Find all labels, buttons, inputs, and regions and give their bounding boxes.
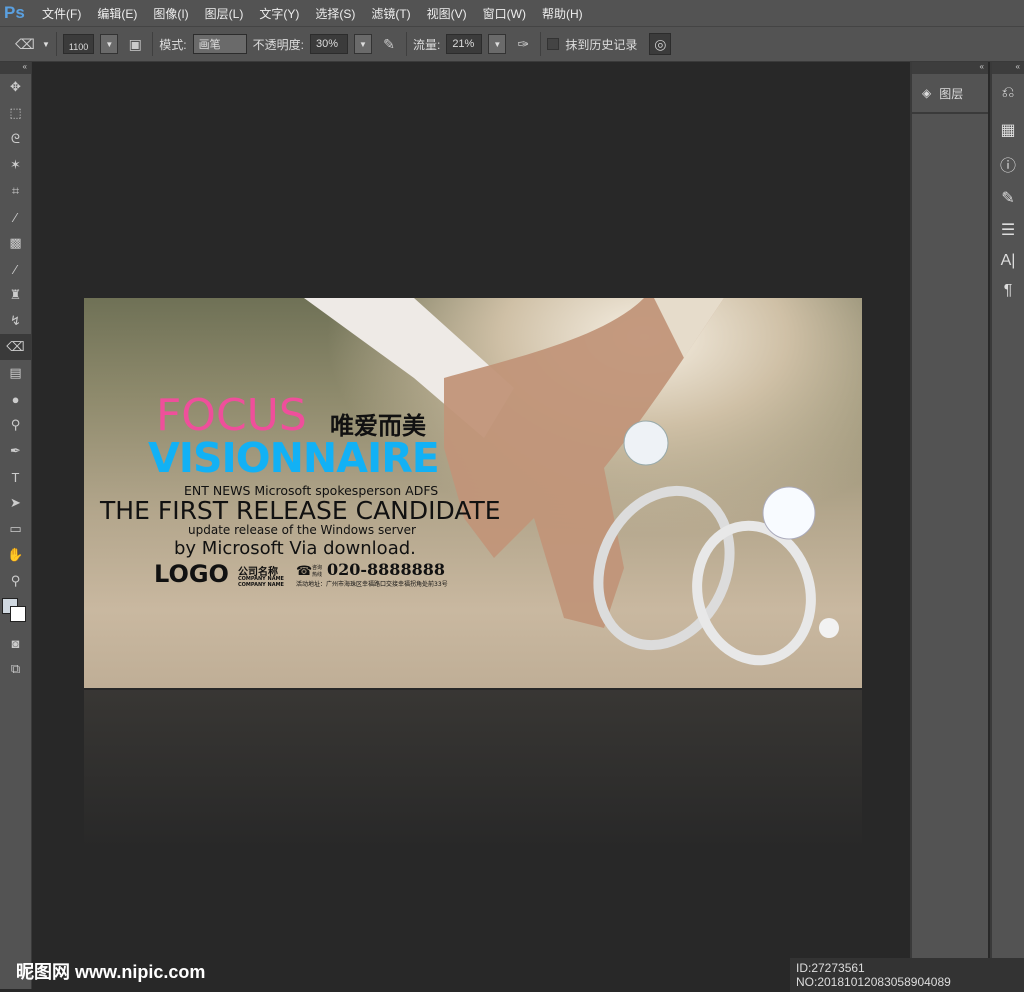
panel-icons-dock: « ⎌ ▦ ⓘ ✎ ☰ A| ¶ (990, 62, 1024, 989)
opacity-dropdown-icon[interactable]: ▼ (353, 34, 372, 54)
opacity-input[interactable]: 30% (309, 34, 348, 54)
preset-dropdown-icon[interactable]: ▼ (42, 40, 50, 49)
subline-3: update release of the Windows server (188, 523, 416, 537)
menu-file[interactable]: 文件(F) (34, 5, 89, 22)
marquee-tool-icon[interactable]: ⬚ (0, 100, 31, 126)
phone-icon: ☎ (296, 564, 313, 579)
blur-tool-icon[interactable]: ● (0, 386, 31, 412)
screen-mode-icon[interactable]: ⧉ (0, 656, 31, 682)
watermark-site: 昵图网 www.nipic.com (16, 962, 206, 982)
eraser-tool-preset-icon[interactable]: ⌫ (14, 33, 36, 55)
company-name-en-2: COMPANY NAME (238, 582, 284, 588)
hotline-label: 咨询热线 (312, 565, 323, 578)
flow-label: 流量: (412, 37, 441, 52)
history-brush-tool-icon[interactable]: ↯ (0, 308, 31, 334)
hand-tool-icon[interactable]: ✋ (0, 542, 31, 568)
eyedropper-tool-icon[interactable]: ⁄ (0, 204, 31, 230)
brush-size-picker[interactable]: 1100 (62, 34, 95, 54)
pressure-size-icon[interactable]: ◎ (649, 33, 672, 55)
menu-filter[interactable]: 滤镜(T) (363, 5, 418, 22)
layers-icon: ◈ (922, 86, 932, 100)
menu-edit[interactable]: 编辑(E) (89, 5, 145, 22)
tools-panel: « ✥ ⬚ ᘓ ✶ ⌗ ⁄ ▩ ⁄ ♜ ↯ ⌫ ▤ ● ⚲ ✒ T ➤ ▭ ✋ … (0, 62, 32, 989)
zoom-tool-icon[interactable]: ⚲ (0, 568, 31, 594)
crop-tool-icon[interactable]: ⌗ (0, 178, 31, 204)
collapse-icon[interactable]: « (0, 62, 31, 74)
type-tool-icon[interactable]: T (0, 464, 31, 490)
healing-brush-tool-icon[interactable]: ▩ (0, 230, 31, 256)
collapse-icon[interactable]: « (992, 62, 1024, 74)
phone-number: 020-8888888 (327, 560, 445, 579)
brush-presets-icon[interactable]: ✎ (992, 180, 1024, 216)
lasso-tool-icon[interactable]: ᘓ (0, 126, 31, 152)
menu-window[interactable]: 窗口(W) (475, 5, 534, 22)
erase-history-checkbox[interactable] (547, 38, 560, 50)
menu-bar: Ps 文件(F) 编辑(E) 图像(I) 图层(L) 文字(Y) 选择(S) 滤… (0, 0, 1024, 26)
menu-help[interactable]: 帮助(H) (534, 5, 591, 22)
brush-dropdown-icon[interactable]: ▼ (100, 34, 119, 54)
move-tool-icon[interactable]: ✥ (0, 74, 31, 100)
pressure-opacity-icon[interactable]: ✎ (378, 33, 400, 55)
subline-2: THE FIRST RELEASE CANDIDATE (100, 496, 501, 525)
menu-layer[interactable]: 图层(L) (197, 5, 252, 22)
brush-settings-icon[interactable]: ☰ (992, 216, 1024, 244)
mode-label: 模式: (159, 37, 187, 52)
properties-icon[interactable]: ▦ (992, 112, 1024, 148)
menu-view[interactable]: 视图(V) (419, 5, 475, 22)
menu-image[interactable]: 图像(I) (145, 5, 196, 22)
quick-mask-icon[interactable]: ◙ (0, 630, 31, 656)
magic-wand-tool-icon[interactable]: ✶ (0, 152, 31, 178)
visionnaire-heading: VISIONNAIRE (148, 434, 440, 482)
options-bar: ⌫ ▼ 1100 ▼ ▣ 模式: 画笔 不透明度: 30% ▼ ✎ 流量: 21… (0, 26, 1024, 62)
dodge-tool-icon[interactable]: ⚲ (0, 412, 31, 438)
divider (405, 32, 407, 56)
paragraph-icon[interactable]: ¶ (992, 278, 1024, 304)
menu-select[interactable]: 选择(S) (307, 5, 363, 22)
layers-panel-dock: « ◈ 图层 (910, 62, 988, 989)
info-icon[interactable]: ⓘ (992, 148, 1024, 180)
mode-select[interactable]: 画笔 (192, 34, 247, 54)
path-selection-tool-icon[interactable]: ➤ (0, 490, 31, 516)
eraser-tool-icon[interactable]: ⌫ (0, 334, 31, 360)
divider (152, 32, 154, 56)
divider (55, 32, 57, 56)
subline-4: by Microsoft Via download. (174, 538, 416, 559)
menu-type[interactable]: 文字(Y) (251, 5, 307, 22)
color-swatches[interactable] (0, 594, 31, 630)
erase-history-label: 抹到历史记录 (565, 37, 638, 52)
diamond-left (623, 420, 669, 466)
layers-panel-tab[interactable]: ◈ 图层 (912, 74, 988, 114)
opacity-label: 不透明度: (252, 37, 304, 52)
layers-label: 图层 (939, 86, 964, 101)
photoshop-logo: Ps (4, 3, 25, 22)
collapse-icon[interactable]: « (912, 62, 988, 74)
logo-text: LOGO (154, 560, 229, 588)
flow-dropdown-icon[interactable]: ▼ (488, 34, 507, 54)
canvas-reflection (84, 690, 862, 850)
divider (540, 32, 542, 56)
canvas-image[interactable]: FOCUS 唯爱而美 VISIONNAIRE ENT NEWS Microsof… (84, 298, 862, 688)
ring-right (692, 520, 816, 666)
history-icon[interactable]: ⎌ (992, 74, 1024, 112)
gradient-tool-icon[interactable]: ▤ (0, 360, 31, 386)
brush-panel-icon[interactable]: ▣ (124, 33, 146, 55)
clone-stamp-tool-icon[interactable]: ♜ (0, 282, 31, 308)
background-color-swatch[interactable] (10, 606, 26, 622)
airbrush-icon[interactable]: ✑ (512, 33, 534, 55)
diamond-right (762, 486, 816, 540)
watermark-id: ID:27273561 NO:20181012083058904089 (790, 958, 1024, 992)
brush-tool-icon[interactable]: ⁄ (0, 256, 31, 282)
flow-input[interactable]: 21% (446, 34, 483, 54)
shape-tool-icon[interactable]: ▭ (0, 516, 31, 542)
address: 活动地址：广州市海珠区幸福路口交接幸福拐角处前33号 (296, 581, 448, 588)
pen-tool-icon[interactable]: ✒ (0, 438, 31, 464)
character-icon[interactable]: A| (992, 244, 1024, 278)
loose-diamond (819, 618, 839, 638)
